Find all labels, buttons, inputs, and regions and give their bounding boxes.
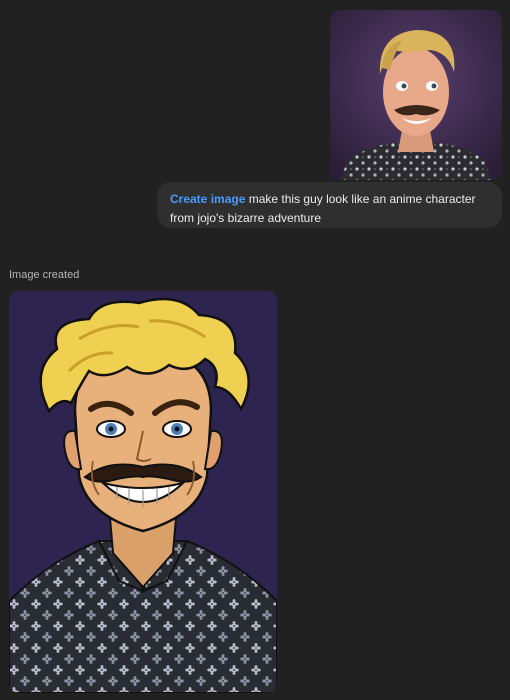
image-created-status: Image created [9, 269, 80, 281]
user-message-bubble: Create image make this guy look like an … [157, 182, 502, 228]
create-image-tool-label[interactable]: Create image [170, 192, 245, 206]
user-photo-illustration [330, 10, 502, 180]
user-uploaded-photo[interactable] [330, 10, 502, 180]
generated-anime-portrait [9, 291, 277, 693]
generated-image[interactable] [9, 291, 277, 693]
